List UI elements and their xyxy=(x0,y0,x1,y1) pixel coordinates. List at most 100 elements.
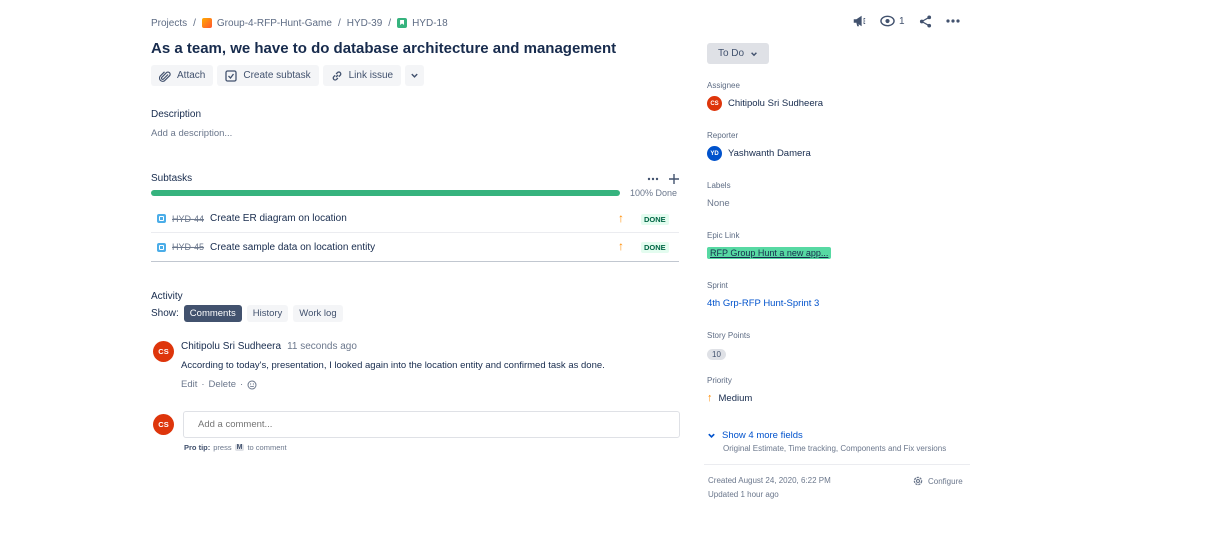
subtask-row[interactable]: HYD-44 Create ER diagram on location ↑ D… xyxy=(151,205,679,233)
avatar: YD xyxy=(707,146,722,161)
reporter-label: Reporter xyxy=(707,131,739,140)
pro-tip: Pro tip: press M to comment xyxy=(184,443,287,452)
subtask-key[interactable]: HYD-45 xyxy=(172,242,204,252)
shortcut-key: M xyxy=(234,444,245,451)
eye-icon xyxy=(880,15,895,27)
emoji-reaction-icon[interactable] xyxy=(247,380,257,390)
share-button[interactable] xyxy=(919,14,932,28)
create-subtask-button[interactable]: Create subtask xyxy=(217,65,319,86)
progress-bar xyxy=(151,190,620,196)
issue-title[interactable]: As a team, we have to do database archit… xyxy=(151,40,616,57)
breadcrumb-separator: / xyxy=(388,17,392,29)
subtask-summary[interactable]: Create ER diagram on location xyxy=(210,213,347,224)
epic-lozenge[interactable]: RFP Group Hunt a new app... xyxy=(707,247,832,259)
show-more-fields[interactable]: Show 4 more fields xyxy=(707,430,803,441)
epic-link-field[interactable]: RFP Group Hunt a new app... xyxy=(707,247,832,259)
paperclip-icon xyxy=(159,70,171,82)
delete-comment-link[interactable]: Delete xyxy=(209,379,236,390)
avatar[interactable]: CS xyxy=(153,341,174,362)
comment-input[interactable] xyxy=(183,411,680,438)
feedback-button[interactable] xyxy=(852,14,866,28)
status-dropdown[interactable]: To Do xyxy=(707,43,769,64)
attach-label: Attach xyxy=(177,70,206,81)
subtask-list: HYD-44 Create ER diagram on location ↑ D… xyxy=(151,205,679,262)
comment-author[interactable]: Chitipolu Sri Sudheera xyxy=(181,341,281,352)
progress-fill xyxy=(151,190,620,196)
comment-header: Chitipolu Sri Sudheera 11 seconds ago xyxy=(181,341,357,352)
description-field[interactable]: Add a description... xyxy=(151,128,232,139)
more-icon xyxy=(945,19,960,23)
comment-actions: Edit · Delete · xyxy=(181,379,257,390)
subtask-icon xyxy=(157,214,166,223)
tab-history[interactable]: History xyxy=(246,305,289,322)
tab-work-log[interactable]: Work log xyxy=(293,305,343,322)
comment-time[interactable]: 11 seconds ago xyxy=(287,341,357,352)
watch-count: 1 xyxy=(899,15,905,27)
project-icon xyxy=(201,18,212,28)
breadcrumb-projects[interactable]: Projects xyxy=(151,18,187,29)
epic-link-label: Epic Link xyxy=(707,231,740,240)
assignee-label: Assignee xyxy=(707,81,740,90)
story-points-label: Story Points xyxy=(707,331,751,340)
link-issue-button[interactable]: Link issue xyxy=(322,65,402,86)
created-date: Created August 24, 2020, 6:22 PM xyxy=(708,476,831,485)
assignee-name: Chitipolu Sri Sudheera xyxy=(728,98,824,109)
separator: · xyxy=(240,379,244,390)
avatar: CS xyxy=(153,414,174,435)
story-icon xyxy=(397,18,408,28)
priority-value: Medium xyxy=(718,392,753,404)
subtask-summary[interactable]: Create sample data on location entity xyxy=(210,242,375,253)
comment-body: According to today's, presentation, I lo… xyxy=(181,360,605,371)
edit-comment-link[interactable]: Edit xyxy=(181,379,197,390)
more-actions-dropdown[interactable] xyxy=(405,65,425,86)
chevron-down-icon xyxy=(411,73,418,78)
status-badge[interactable]: DONE xyxy=(641,242,669,253)
chevron-down-icon xyxy=(751,51,757,56)
story-points-field[interactable]: 10 xyxy=(707,348,726,360)
subtask-row[interactable]: HYD-45 Create sample data on location en… xyxy=(151,233,679,261)
description-label: Description xyxy=(151,109,202,120)
activity-filter: Show: Comments History Work log xyxy=(151,305,343,322)
breadcrumb-issue-label: HYD-18 xyxy=(412,17,448,29)
story-points-badge: 10 xyxy=(707,349,726,360)
progress-label: 100% Done xyxy=(630,188,678,198)
separator: · xyxy=(201,379,205,390)
configure-button[interactable]: Configure xyxy=(912,475,963,487)
status-badge[interactable]: DONE xyxy=(641,214,669,225)
attach-button[interactable]: Attach xyxy=(151,65,214,86)
breadcrumb-project[interactable]: Group-4-RFP-Hunt-Game xyxy=(201,18,332,29)
link-icon xyxy=(332,70,341,81)
subtask-key[interactable]: HYD-44 xyxy=(172,214,204,224)
reporter-name: Yashwanth Damera xyxy=(728,148,811,159)
tab-comments[interactable]: Comments xyxy=(183,305,242,322)
priority-field[interactable]: ↑ Medium xyxy=(707,392,752,404)
more-fields-hint: Original Estimate, Time tracking, Compon… xyxy=(723,444,947,453)
divider xyxy=(704,464,970,465)
show-label: Show: xyxy=(151,308,179,319)
reporter-field[interactable]: YD Yashwanth Damera xyxy=(707,146,811,161)
sprint-link[interactable]: 4th Grp-RFP Hunt-Sprint 3 xyxy=(707,298,819,309)
subtask-icon xyxy=(225,69,238,82)
breadcrumb-separator: / xyxy=(337,17,341,29)
sprint-label: Sprint xyxy=(707,281,728,290)
priority-label: Priority xyxy=(707,376,732,385)
assignee-field[interactable]: CS Chitipolu Sri Sudheera xyxy=(707,96,823,111)
more-actions-button[interactable] xyxy=(945,19,960,23)
breadcrumb-issue[interactable]: HYD-18 xyxy=(397,18,448,29)
status-label: To Do xyxy=(717,48,745,59)
pro-tip-press: press xyxy=(213,443,232,452)
avatar: CS xyxy=(707,96,722,111)
share-icon xyxy=(919,14,931,28)
breadcrumb-epic[interactable]: HYD-39 xyxy=(347,18,383,29)
pro-tip-rest: to comment xyxy=(247,443,287,452)
breadcrumb-separator: / xyxy=(193,17,196,29)
priority-medium-icon: ↑ xyxy=(707,392,713,404)
labels-field[interactable]: None xyxy=(707,198,730,209)
plus-icon[interactable] xyxy=(669,173,679,184)
priority-medium-icon: ↑ xyxy=(618,211,624,225)
more-icon[interactable] xyxy=(647,177,659,181)
priority-medium-icon: ↑ xyxy=(618,239,624,253)
watch-button[interactable]: 1 xyxy=(880,15,905,27)
issue-toolbar: 1 xyxy=(852,14,960,28)
show-more-fields-label: Show 4 more fields xyxy=(722,430,803,441)
